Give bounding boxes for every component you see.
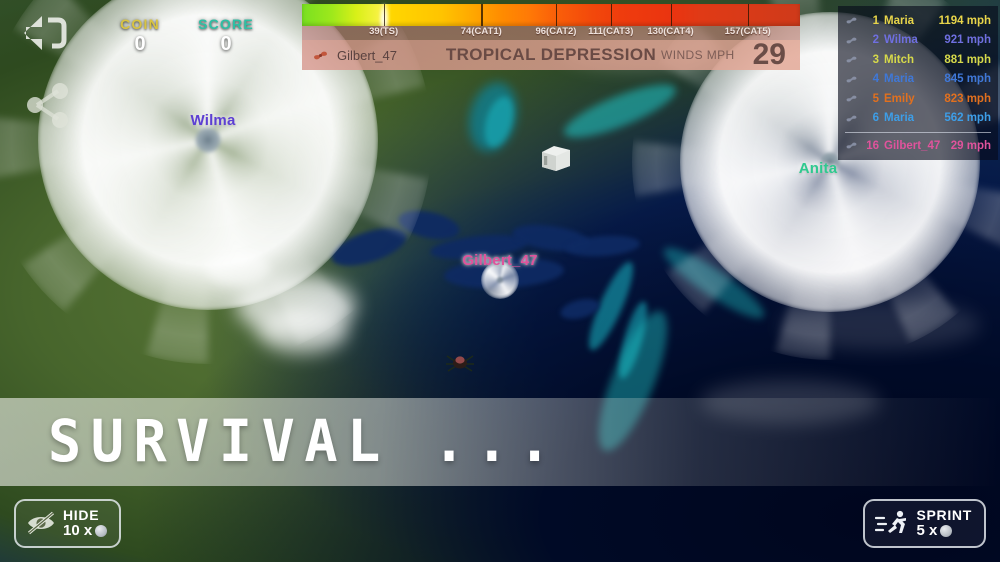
leaderboard-row[interactable]: 5 Emily 823 mph: [845, 89, 991, 109]
category-tick-label: 130(CAT4): [647, 26, 694, 37]
eye-hidden-icon: [27, 512, 55, 535]
leaderboard-name: Mitch: [884, 53, 915, 66]
leaderboard-divider: [845, 132, 991, 133]
share-icon: [27, 83, 68, 128]
storm-category-text: TROPICAL DEPRESSION: [445, 45, 657, 64]
hurricane-icon: [846, 95, 857, 102]
score-stat: SCORE 0: [188, 16, 264, 56]
leaderboard-row[interactable]: 3 Mitch 881 mph: [845, 50, 991, 70]
category-tick-label: 111(CAT3): [588, 26, 634, 37]
category-tick-label: 96(CAT2): [535, 26, 577, 37]
category-tick-label: 157(CAT5): [724, 26, 771, 37]
hurricane-icon: [314, 51, 327, 59]
leaderboard-speed: 881 mph: [944, 53, 991, 66]
share-button[interactable]: [24, 82, 72, 128]
sprint-button[interactable]: SPRINT 5 x: [863, 498, 986, 548]
hurricane-icon: [846, 142, 857, 149]
leaderboard-speed: 562 mph: [944, 112, 991, 125]
cloud-wisp: [780, 300, 980, 350]
storm-category-meter: 39(TS) 74(CAT1) 96(CAT2) 111(CAT3) 130(CAT4)…: [302, 3, 800, 70]
storm-player-name: Gilbert_47: [337, 47, 397, 63]
hide-count-text: 10 x: [63, 521, 93, 539]
leaderboard-name: Maria: [884, 112, 915, 125]
hurricane-icon: [846, 17, 857, 24]
leaderboard-speed: 1194 mph: [938, 14, 991, 27]
leaderboard-row[interactable]: 1 Maria 1194 mph: [845, 11, 991, 31]
sprint-button-title: SPRINT: [916, 506, 972, 523]
leaderboard-speed: 823 mph: [944, 92, 991, 105]
survival-banner: SURVIVAL ...: [0, 398, 1000, 486]
category-divider: [555, 4, 558, 26]
category-tick-label: 39(TS): [369, 26, 399, 37]
cloud-wisp: [258, 308, 348, 354]
back-button[interactable]: [18, 12, 70, 54]
category-divider: [383, 4, 386, 26]
leaderboard-rank: 4: [872, 73, 879, 86]
leaderboard-rank: 6: [872, 112, 879, 125]
leaderboard-name: Wilma: [884, 34, 918, 47]
hurricane-icon: [846, 37, 857, 44]
winds-label: WINDS MPH: [661, 48, 735, 62]
game-viewport: Wilma Gilbert_47 Anita COIN 0 SCORE 0 39…: [0, 0, 1000, 562]
category-divider: [747, 4, 750, 26]
hide-button[interactable]: HIDE 10 x: [14, 498, 122, 548]
leaderboard-name: Maria: [884, 14, 915, 27]
category-gradient-bar: [302, 3, 800, 29]
coin-value: 0: [134, 33, 146, 55]
winds-value: 29: [752, 38, 786, 71]
coin-dot-icon: [95, 524, 108, 537]
leaderboard-rank: 3: [872, 53, 879, 66]
leaderboard-speed: 921 mph: [944, 34, 991, 47]
critter-icon: [446, 355, 474, 372]
leaderboard-row[interactable]: 16 Gilbert_47 29 mph: [845, 136, 991, 156]
category-divider: [481, 4, 483, 26]
survival-banner-text: SURVIVAL ...: [48, 408, 561, 476]
hurricane-icon: [846, 76, 857, 83]
leaderboard-row[interactable]: 6 Maria 562 mph: [845, 109, 991, 129]
house-icon: [542, 146, 570, 171]
leaderboard-rank: 16: [866, 139, 879, 152]
leaderboard-rank: 2: [872, 34, 879, 47]
score-value: 0: [220, 33, 232, 55]
back-arrow-icon: [24, 16, 67, 50]
leaderboard-rank: 5: [872, 92, 879, 105]
leaderboard-speed: 29 mph: [950, 139, 991, 152]
coin-dot-icon: [940, 524, 953, 537]
map-label-wilma: Wilma: [190, 112, 236, 129]
coin-label: COIN: [120, 16, 160, 32]
cloud-wisp: [206, 252, 270, 286]
running-person-icon: [875, 511, 907, 534]
leaderboard-row[interactable]: 2 Wilma 921 mph: [845, 31, 991, 51]
coin-stat: COIN 0: [106, 16, 174, 56]
storm-status-bar: Gilbert_47 TROPICAL DEPRESSION WINDS MPH…: [302, 40, 800, 70]
leaderboard-name: Maria: [884, 73, 915, 86]
leaderboard-row[interactable]: 4 Maria 845 mph: [845, 70, 991, 90]
sprint-button-count: 5 x: [916, 521, 972, 539]
hide-button-title: HIDE: [63, 506, 100, 523]
score-label: SCORE: [198, 16, 254, 32]
hide-button-count: 10 x: [63, 521, 108, 539]
map-label-gilbert: Gilbert_47: [462, 252, 538, 269]
map-label-anita: Anita: [798, 160, 838, 177]
category-divider: [610, 4, 613, 26]
leaderboard-rank: 1: [872, 14, 879, 27]
hurricane-icon: [846, 56, 857, 63]
sprint-count-text: 5 x: [916, 521, 938, 539]
hurricane-icon: [846, 115, 857, 122]
leaderboard-name: Gilbert_47: [884, 139, 941, 152]
leaderboard-panel: 1 Maria 1194 mph 2 Wilma 921 mph 3 Mitch 881 mph…: [838, 6, 998, 160]
leaderboard-name: Emily: [884, 92, 915, 105]
category-tick-labels: 39(TS) 74(CAT1) 96(CAT2) 111(CAT3) 130(CAT4)…: [302, 26, 800, 40]
leaderboard-speed: 845 mph: [944, 73, 991, 86]
category-tick-label: 74(CAT1): [460, 26, 502, 37]
category-divider: [670, 4, 673, 26]
